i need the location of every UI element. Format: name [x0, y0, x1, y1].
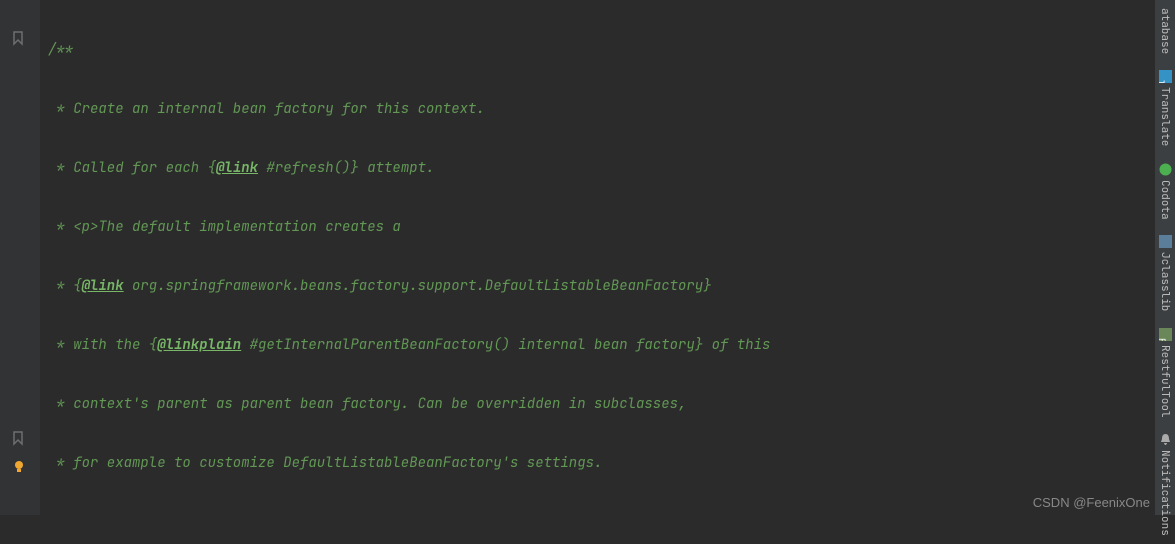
restfultool-icon: R	[1159, 328, 1172, 341]
javadoc-text: <p>The default implementation creates a	[73, 218, 401, 236]
csdn-watermark: CSDN @FeenixOne	[1033, 495, 1150, 510]
tab-restfultool[interactable]: R RestfulTool	[1156, 320, 1174, 426]
right-tool-window-tabs: atabase T Translate Codota Jclasslib R R…	[1155, 0, 1175, 515]
svg-text:R: R	[1159, 338, 1168, 341]
svg-text:T: T	[1159, 80, 1167, 83]
javadoc-text: context's parent as parent bean factory.…	[73, 395, 686, 413]
gutter	[0, 0, 40, 515]
javadoc-linkplain-tag: @linkplain	[157, 336, 241, 354]
javadoc-text: for example to customize DefaultListable…	[73, 454, 602, 472]
editor-area: /** * Create an internal bean factory fo…	[0, 0, 1175, 515]
tab-translate[interactable]: T Translate	[1156, 62, 1174, 154]
javadoc-start: /**	[48, 41, 73, 59]
javadoc-text: Create an internal bean factory for this…	[73, 100, 485, 118]
javadoc-link-tag: @link	[82, 277, 124, 295]
tab-codota[interactable]: Codota	[1156, 155, 1174, 228]
tab-notifications[interactable]: Notifications	[1156, 425, 1174, 544]
javadoc-link-tag: @link	[216, 159, 258, 177]
codota-icon	[1159, 163, 1172, 176]
code-content[interactable]: /** * Create an internal bean factory fo…	[40, 0, 1175, 515]
jclasslib-icon	[1159, 235, 1172, 248]
tab-database[interactable]: atabase	[1156, 0, 1174, 62]
tab-jclasslib[interactable]: Jclasslib	[1156, 227, 1174, 319]
translate-icon: T	[1159, 70, 1172, 83]
bookmark-icon[interactable]	[10, 30, 26, 46]
bookmark-icon[interactable]	[10, 430, 26, 446]
bell-icon	[1159, 433, 1172, 446]
intention-bulb-icon[interactable]	[12, 460, 26, 474]
